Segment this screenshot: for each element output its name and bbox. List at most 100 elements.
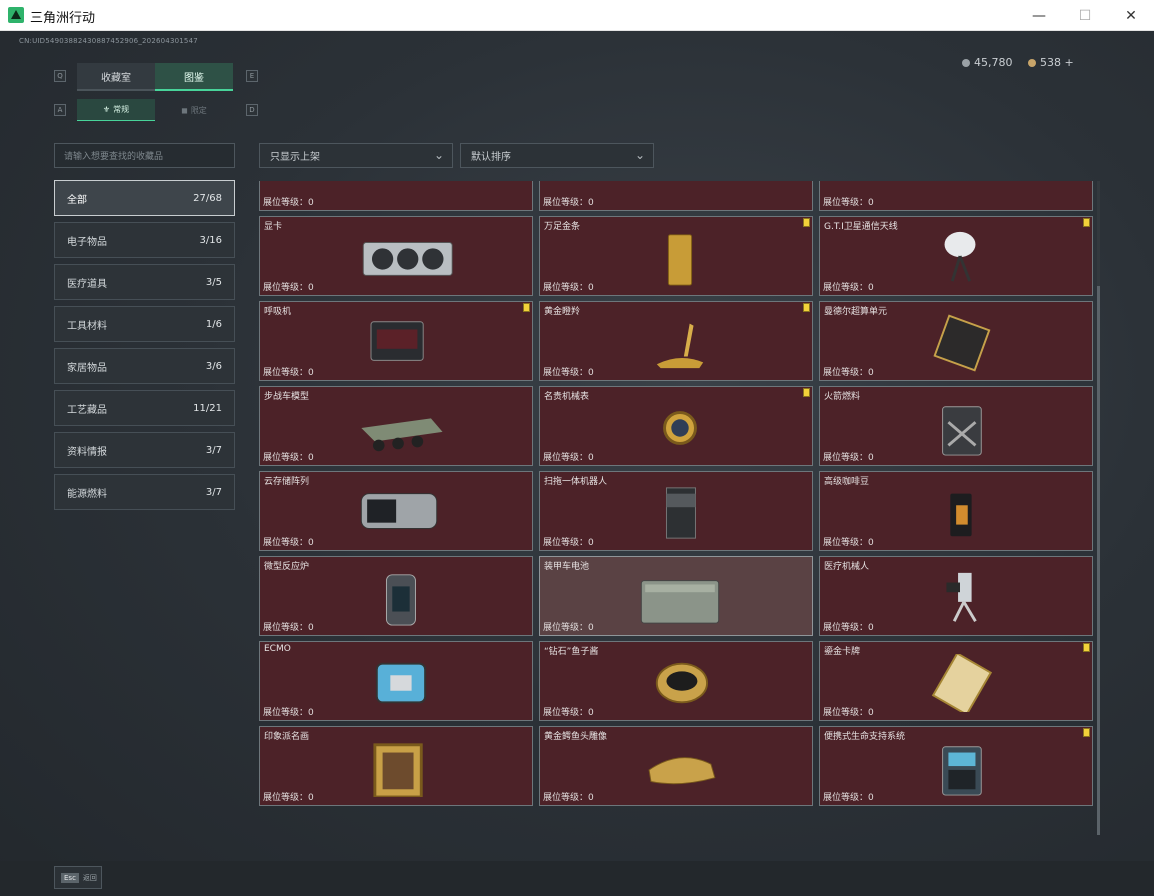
collection-card[interactable]: G.T.I卫星通信天线 展位等级：0 <box>819 216 1093 296</box>
category-label: 电子物品 <box>67 236 107 248</box>
scrollbar-thumb[interactable] <box>1097 286 1100 835</box>
collection-card[interactable]: 步战车模型 展位等级：0 <box>259 386 533 466</box>
booth-level: 展位等级：0 <box>543 280 594 293</box>
item-name: “钻石”鱼子酱 <box>544 647 599 657</box>
category-crafts[interactable]: 工艺藏品 11/21 <box>54 390 235 426</box>
booth-level-label: 展位等级： <box>823 453 869 463</box>
booth-level-label: 展位等级： <box>823 538 869 548</box>
booth-level-value: 0 <box>588 793 594 803</box>
shelf-filter-dropdown[interactable]: 只显示上架 ⌄ <box>259 143 453 168</box>
collection-card[interactable]: 云存储阵列展位等级：0 <box>259 471 533 551</box>
item-name: 黄金瞪羚 <box>544 307 581 317</box>
category-energy[interactable]: 能源燃料 3/7 <box>54 474 235 510</box>
category-tools[interactable]: 工具材料 1/6 <box>54 306 235 342</box>
booth-level-value: 0 <box>308 198 314 208</box>
booth-level-value: 0 <box>868 623 874 633</box>
reactor-icon <box>385 574 416 626</box>
category-all[interactable]: 全部 27/68 <box>54 180 235 216</box>
category-household[interactable]: 家居物品 3/6 <box>54 348 235 384</box>
subtab-limited[interactable]: ◼ 限定 <box>155 99 233 121</box>
collection-card[interactable]: 黄金瞪羚展位等级：0 <box>539 301 813 381</box>
booth-level-label: 展位等级： <box>543 793 589 803</box>
item-name: 呼吸机 <box>264 307 292 317</box>
collection-card[interactable]: 微型反应炉 展位等级：0 <box>259 556 533 636</box>
collection-card[interactable]: 便携式生命支持系统 展位等级：0 <box>819 726 1093 806</box>
subtab-label: 限定 <box>190 105 207 115</box>
subtab-regular[interactable]: ⚜ 常规 <box>77 99 155 121</box>
new-badge-icon <box>523 303 530 312</box>
item-name: 曼德尔超算单元 <box>824 307 888 317</box>
new-badge-icon <box>803 218 810 227</box>
item-name: 显卡 <box>264 222 283 232</box>
compute-unit-icon <box>933 314 991 372</box>
collection-card[interactable]: 展位等级：0 <box>819 181 1093 211</box>
gold-bar-icon <box>667 234 693 286</box>
sub-tabs: ⚜ 常规 ◼ 限定 <box>77 99 233 121</box>
back-button[interactable]: Esc 返回 <box>54 866 102 889</box>
category-label: 全部 <box>67 194 87 206</box>
booth-level: 展位等级：0 <box>263 535 314 548</box>
collection-card[interactable]: ECMO 展位等级：0 <box>259 641 533 721</box>
booth-level: 展位等级：0 <box>823 535 874 548</box>
minimize-icon[interactable]: — <box>1016 0 1062 31</box>
collection-card[interactable]: 火箭燃料 展位等级：0 <box>819 386 1093 466</box>
tab-catalog[interactable]: 图鉴 <box>155 63 233 91</box>
maximize-icon[interactable]: ☐ <box>1062 0 1108 31</box>
search-input[interactable]: 请输入想要查找的收藏品 <box>54 143 235 168</box>
booth-level: 展位等级：0 <box>543 365 594 378</box>
booth-level: 展位等级：0 <box>263 790 314 803</box>
gold-watch-icon <box>663 411 697 445</box>
collection-card[interactable]: 医疗机械人 展位等级：0 <box>819 556 1093 636</box>
category-medical[interactable]: 医疗道具 3/5 <box>54 264 235 300</box>
key-hint-a: A <box>54 104 66 116</box>
close-icon[interactable]: ✕ <box>1108 0 1154 31</box>
collection-card[interactable]: 显卡 展位等级：0 <box>259 216 533 296</box>
sort-dropdown[interactable]: 默认排序 ⌄ <box>460 143 654 168</box>
bottom-bar <box>0 861 1154 896</box>
booth-level-label: 展位等级： <box>263 538 309 548</box>
item-name: 云存储阵列 <box>264 477 310 487</box>
booth-level: 展位等级：0 <box>823 195 874 208</box>
collection-card[interactable]: 曼德尔超算单元 展位等级：0 <box>819 301 1093 381</box>
collection-card[interactable]: 鎏金卡牌 展位等级：0 <box>819 641 1093 721</box>
back-label: 返回 <box>82 873 97 882</box>
category-electronics[interactable]: 电子物品 3/16 <box>54 222 235 258</box>
main-tabs: 收藏室 图鉴 <box>77 63 233 91</box>
category-count: 3/16 <box>199 234 222 246</box>
painting-icon <box>373 743 423 797</box>
collection-card[interactable]: 黄金鳄鱼头雕像 展位等级：0 <box>539 726 813 806</box>
collection-card[interactable]: 展位等级：0 <box>259 181 533 211</box>
collection-card[interactable]: 呼吸机 展位等级：0 <box>259 301 533 381</box>
premium-coin-icon <box>1028 58 1036 67</box>
croc-head-icon <box>648 757 716 785</box>
booth-level-value: 0 <box>308 538 314 548</box>
booth-level-value: 0 <box>308 623 314 633</box>
gpu-icon <box>362 242 453 276</box>
currency-balance-1: 45,780 <box>962 56 1013 69</box>
booth-level-label: 展位等级： <box>823 623 869 633</box>
booth-level-label: 展位等级： <box>823 198 869 208</box>
collection-card[interactable]: 扫拖一体机器人 展位等级：0 <box>539 471 813 551</box>
booth-level-value: 0 <box>868 538 874 548</box>
pocket-watch-icon <box>340 181 460 202</box>
collection-card[interactable]: 印象派名画 展位等级：0 <box>259 726 533 806</box>
booth-level: 展位等级：0 <box>543 195 594 208</box>
booth-level-label: 展位等级： <box>543 368 589 378</box>
booth-level-value: 0 <box>868 708 874 718</box>
collection-card[interactable]: “钻石”鱼子酱 展位等级：0 <box>539 641 813 721</box>
collection-card[interactable]: 装甲车电池 展位等级：0 <box>539 556 813 636</box>
item-name: 步战车模型 <box>264 392 310 402</box>
booth-level-value: 0 <box>308 708 314 718</box>
booth-level-label: 展位等级： <box>263 283 309 293</box>
category-intel[interactable]: 资料情报 3/7 <box>54 432 235 468</box>
collection-card[interactable]: 展位等级：0 <box>539 181 813 211</box>
collection-card[interactable]: 名贵机械表 展位等级：0 <box>539 386 813 466</box>
currency-balance-2[interactable]: 538 + <box>1028 56 1074 69</box>
booth-level-label: 展位等级： <box>823 793 869 803</box>
booth-level-label: 展位等级： <box>823 368 869 378</box>
collection-card[interactable]: 万足金条 展位等级：0 <box>539 216 813 296</box>
collection-card[interactable]: 高级咖啡豆 展位等级：0 <box>819 471 1093 551</box>
flask-icon: ⚜ <box>102 105 111 114</box>
bust-icon <box>620 181 740 202</box>
tab-collection-room[interactable]: 收藏室 <box>77 63 155 91</box>
